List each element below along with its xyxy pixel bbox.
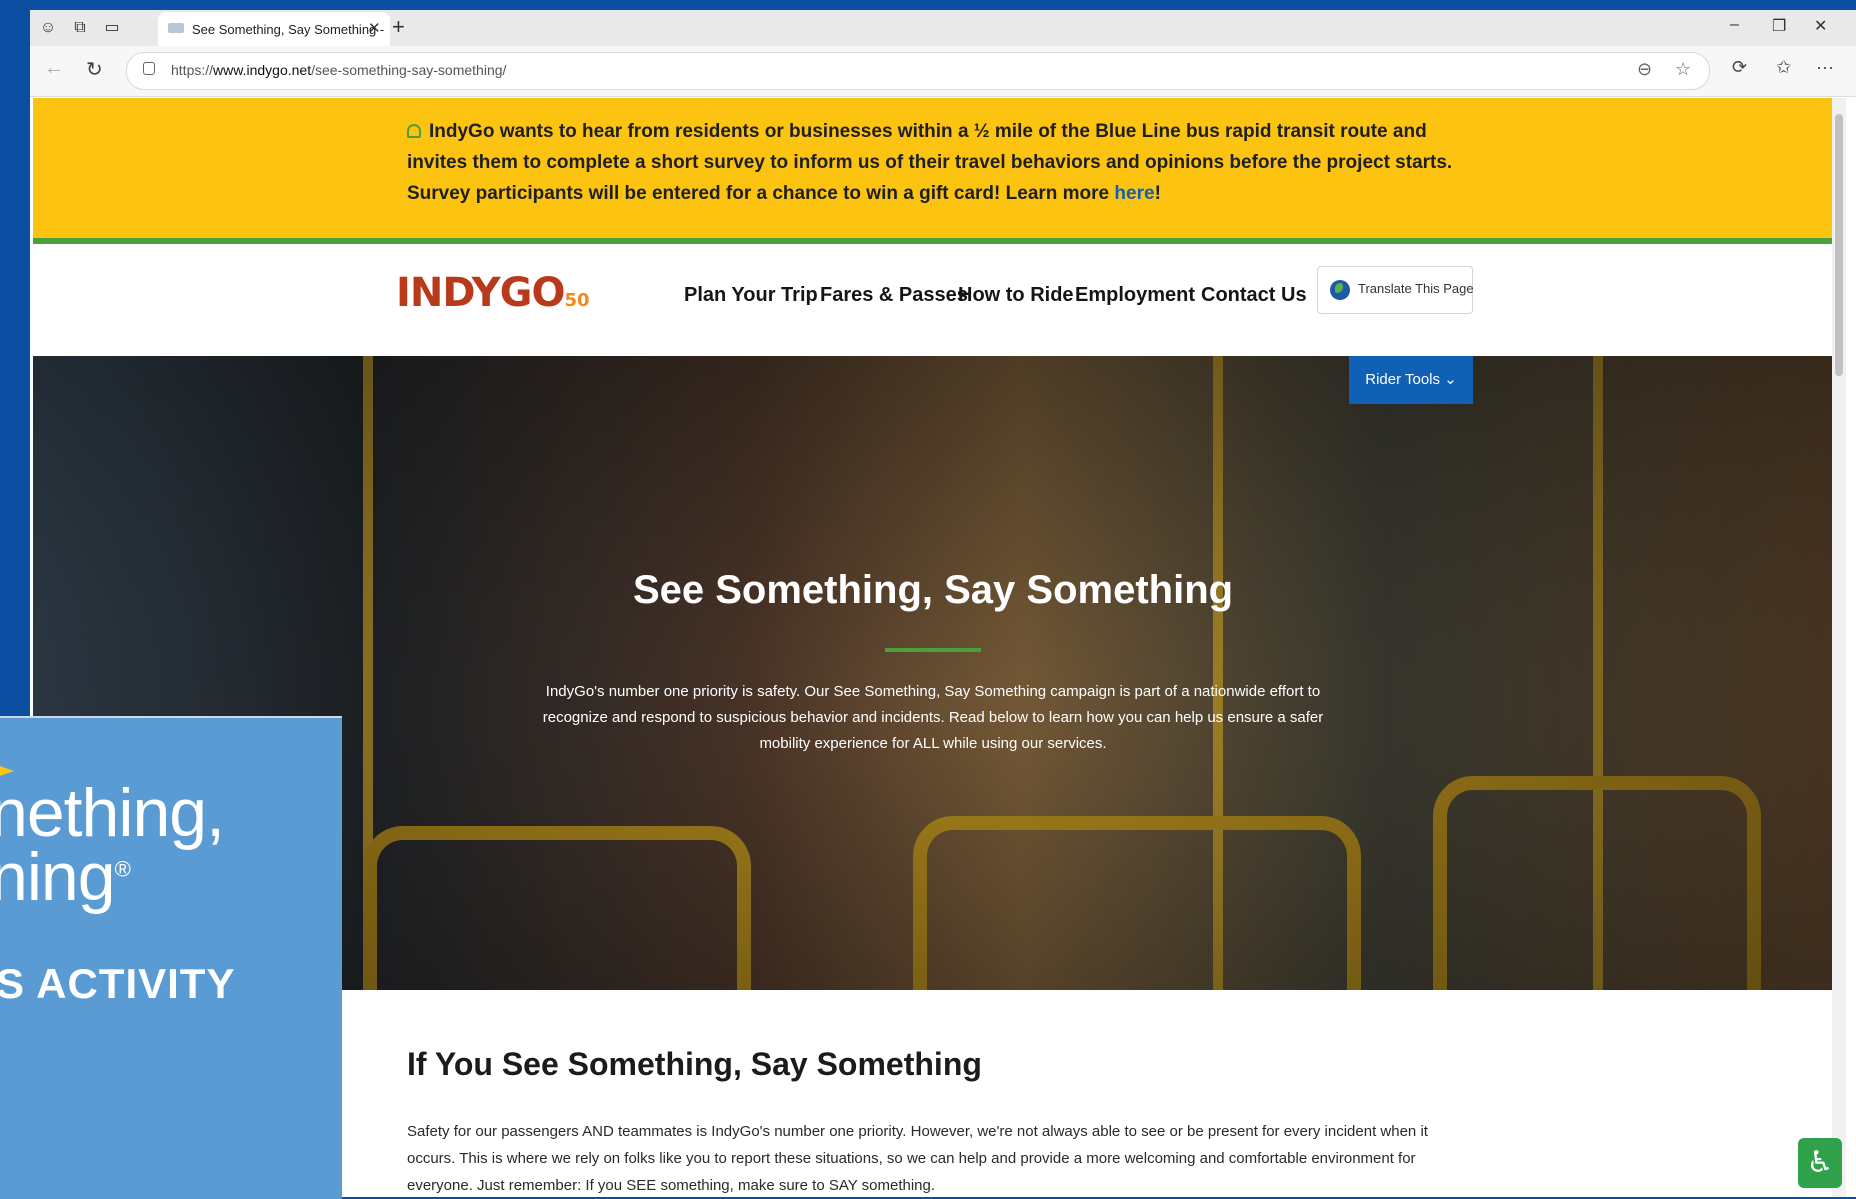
favicon-icon xyxy=(168,23,184,33)
overlay-text-line2: ning® xyxy=(0,839,131,915)
nav-fares-passes[interactable]: Fares & Passes xyxy=(820,284,968,307)
section-body: Safety for our passengers AND teammates … xyxy=(407,1123,1428,1194)
globe-icon xyxy=(1330,280,1350,300)
workspaces-icon[interactable]: ⧉ xyxy=(68,16,92,40)
reload-icon[interactable]: ↻ xyxy=(86,57,103,82)
rider-tools-button[interactable]: Rider Tools ⌄ xyxy=(1349,356,1473,404)
indygo-logo[interactable]: INDYGO50 xyxy=(396,270,590,316)
close-window-icon[interactable]: ✕ xyxy=(1814,16,1827,36)
reader-mode-icon[interactable]: ⊖ xyxy=(1637,59,1652,80)
scrollbar-thumb[interactable] xyxy=(1835,114,1843,376)
tab-actions-icon[interactable]: ▭ xyxy=(100,16,124,40)
close-tab-icon[interactable]: ✕ xyxy=(368,19,381,37)
banner-text: IndyGo wants to hear from residents or b… xyxy=(407,121,1453,204)
restore-icon[interactable]: ❐ xyxy=(1772,16,1786,36)
accessibility-icon[interactable]: ♿ xyxy=(1798,1138,1842,1188)
profile-icon[interactable]: ☺ xyxy=(36,16,60,40)
hero-description: IndyGo's number one priority is safety. … xyxy=(542,683,1324,752)
tab-active[interactable]: See Something, Say Something - ✕ xyxy=(158,12,390,46)
page-scrollbar[interactable] xyxy=(1832,98,1846,1197)
chevron-down-icon: ⌄ xyxy=(1444,371,1457,388)
translate-button[interactable]: Translate This Page xyxy=(1317,266,1474,314)
hero-title: See Something, Say Something xyxy=(632,568,1234,612)
translate-label: Translate This Page xyxy=(1358,281,1474,296)
address-bar[interactable]: https://www.indygo.net/see-something-say… xyxy=(126,52,1710,90)
title-divider xyxy=(885,648,981,652)
nav-contact-us[interactable]: Contact Us xyxy=(1201,284,1307,307)
tab-title: See Something, Say Something - xyxy=(192,22,385,37)
nav-plan-your-trip[interactable]: Plan Your Trip xyxy=(684,284,818,307)
more-menu-icon[interactable]: ··· xyxy=(1816,57,1834,78)
survey-banner: IndyGo wants to hear from residents or b… xyxy=(33,98,1833,244)
new-tab-icon[interactable]: + xyxy=(392,14,405,40)
nav-how-to-ride[interactable]: How to Ride xyxy=(958,284,1074,307)
extensions-icon[interactable]: ⟳ xyxy=(1732,57,1747,78)
tab-strip: ☺ ⧉ ▭ See Something, Say Something - ✕ +… xyxy=(30,10,1856,46)
nav-employment[interactable]: Employment xyxy=(1075,284,1195,307)
banner-here-link[interactable]: here xyxy=(1114,183,1154,204)
campaign-graphic-overlay: nething, ning® S ACTIVITY xyxy=(0,716,342,1199)
minimize-icon[interactable]: – xyxy=(1730,16,1739,34)
favorite-star-icon[interactable]: ☆ xyxy=(1675,59,1691,80)
bell-icon xyxy=(407,124,421,138)
favorites-icon[interactable]: ✩ xyxy=(1776,57,1791,78)
url-text[interactable]: https://www.indygo.net/see-something-say… xyxy=(171,62,506,78)
address-row: ← ↻ https://www.indygo.net/see-something… xyxy=(30,46,1856,97)
back-icon[interactable]: ← xyxy=(44,57,64,80)
section-heading: If You See Something, Say Something xyxy=(407,1046,982,1082)
lock-icon[interactable] xyxy=(143,62,155,75)
overlay-text-line3: S ACTIVITY xyxy=(0,960,236,1007)
site-header: INDYGO50 Plan Your Trip Fares & Passes H… xyxy=(33,244,1833,356)
